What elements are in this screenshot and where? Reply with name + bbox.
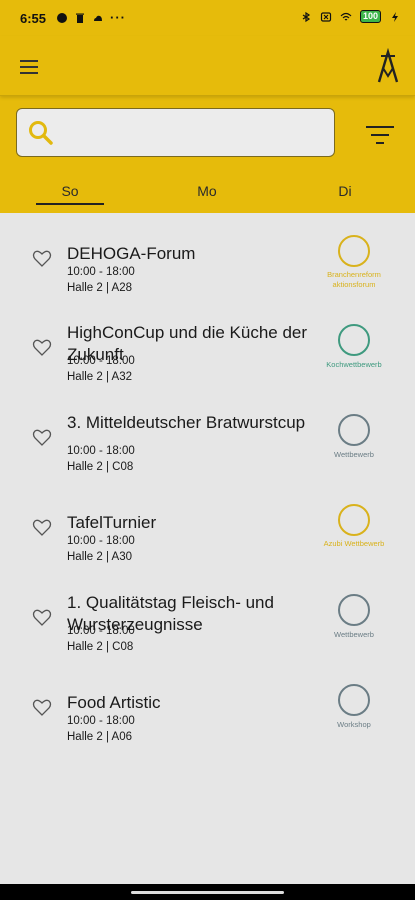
event-time: 10:00 - 18:00 (67, 625, 135, 637)
tab-active-indicator (36, 203, 104, 205)
category-indicator (338, 504, 370, 536)
more-dots-icon: ··· (110, 10, 126, 25)
event-title: DEHOGA-Forum (67, 244, 196, 263)
category-indicator (338, 414, 370, 446)
app-bar (0, 36, 415, 96)
category-indicator (338, 235, 370, 267)
event-location: Halle 2 | A32 (67, 371, 133, 383)
search-icon (29, 121, 53, 145)
tab-mo[interactable]: Mo (172, 183, 242, 199)
category-indicator (338, 324, 370, 356)
trash-icon (76, 13, 84, 23)
category-label: Azubi Wettbewerb (323, 539, 385, 548)
category-indicator (338, 684, 370, 716)
event-time: 10:00 - 18:00 (67, 535, 135, 547)
list-item[interactable]: HighConCup und die Küche der Zukunft 10:… (0, 323, 415, 414)
list-item[interactable]: DEHOGA-Forum 10:00 - 18:00 Halle 2 | A28… (0, 235, 415, 325)
list-item[interactable]: TafelTurnier 10:00 - 18:00 Halle 2 | A30… (0, 504, 415, 594)
heart-icon[interactable] (32, 428, 52, 448)
list-item[interactable]: 3. Mitteldeutscher Bratwurstcup 10:00 - … (0, 413, 415, 504)
heart-icon[interactable] (32, 608, 52, 628)
hamburger-menu-icon[interactable] (18, 58, 42, 76)
category-label: Wettbewerb (334, 630, 374, 639)
heart-icon[interactable] (32, 698, 52, 718)
system-nav-bar (0, 884, 415, 900)
category-label: Wettbewerb (334, 450, 374, 459)
search-input[interactable] (63, 119, 323, 147)
home-gesture-handle[interactable] (131, 891, 284, 894)
battery-icon: 100 (359, 10, 381, 23)
list-item[interactable]: Food Artistic 10:00 - 18:00 Halle 2 | A0… (0, 684, 415, 774)
event-time: 10:00 - 18:00 (67, 355, 135, 367)
tab-di[interactable]: Di (310, 183, 380, 199)
heart-icon[interactable] (32, 249, 52, 269)
category-label: Branchenreform aktionsforum (327, 270, 381, 289)
filter-icon[interactable] (366, 124, 394, 146)
cloud-icon (94, 15, 102, 21)
event-time: 10:00 - 18:00 (67, 266, 135, 278)
charging-icon (392, 11, 398, 22)
circle-icon (57, 12, 67, 23)
event-title: TafelTurnier (67, 513, 157, 532)
event-location: Halle 2 | C08 (67, 641, 134, 653)
list-item[interactable]: 1. Qualitätstag Fleisch- und Wursterzeug… (0, 593, 415, 684)
event-time: 10:00 - 18:00 (67, 715, 135, 727)
event-title: Food Artistic (67, 693, 161, 712)
search-box[interactable] (16, 108, 335, 157)
notification-off-icon (320, 11, 332, 22)
category-label: Workshop (337, 720, 371, 729)
heart-icon[interactable] (32, 338, 52, 358)
event-location: Halle 2 | A30 (67, 551, 133, 563)
brand-logo-icon (377, 48, 399, 83)
event-time: 10:00 - 18:00 (67, 445, 135, 457)
event-location: Halle 2 | C08 (67, 461, 134, 473)
bluetooth-icon (302, 11, 311, 22)
tab-so[interactable]: So (35, 183, 105, 199)
event-location: Halle 2 | A06 (67, 731, 133, 743)
category-indicator (338, 594, 370, 626)
status-bar: 6:55 ··· 100 (0, 0, 415, 36)
event-title: 3. Mitteldeutscher Bratwurstcup (67, 413, 306, 432)
category-label: Kochwettbewerb (326, 360, 382, 369)
wifi-icon (340, 12, 352, 20)
status-time: 6:55 (20, 11, 47, 26)
event-location: Halle 2 | A28 (67, 282, 133, 294)
heart-icon[interactable] (32, 518, 52, 538)
